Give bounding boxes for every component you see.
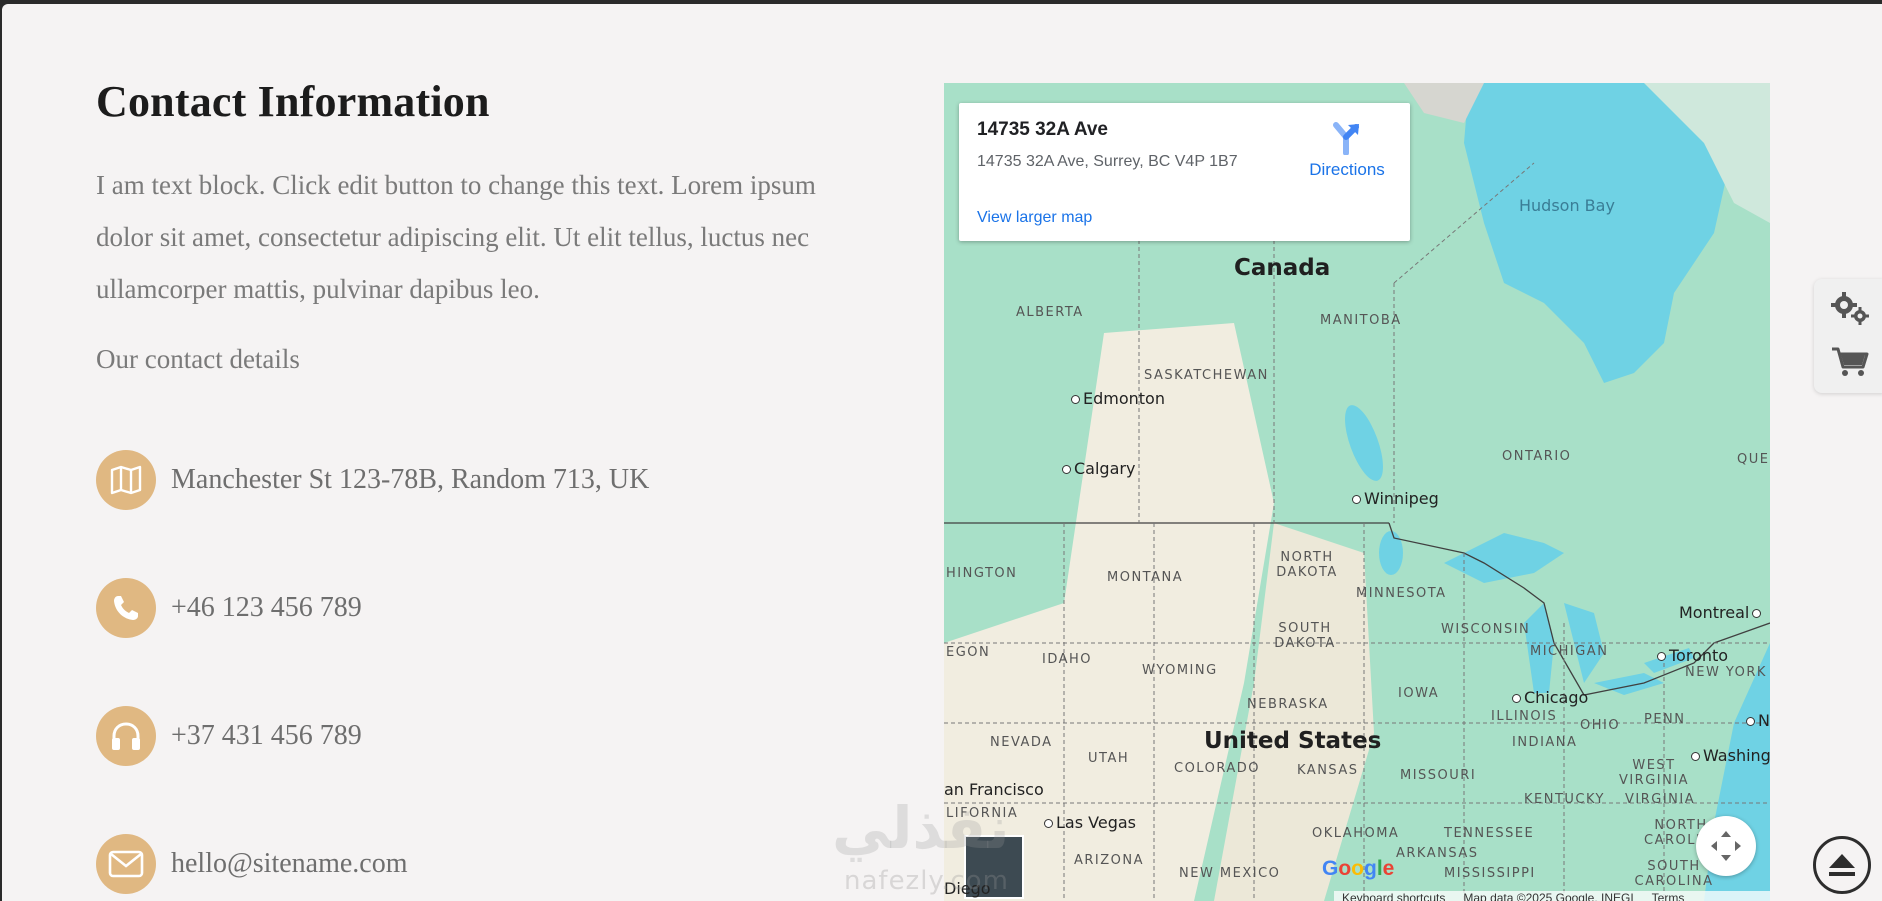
map-label-quebec: QUE <box>1737 452 1770 467</box>
map-label-saskatchewan: SASKATCHEWAN <box>1144 368 1269 383</box>
map-label-new-mexico: NEW MEXICO <box>1179 866 1281 881</box>
map-footer: Keyboard shortcuts Map data ©2025 Google… <box>1334 891 1770 901</box>
map-label-west-virginia: WEST VIRGINIA <box>1618 758 1690 788</box>
map-city-washington-dc: Washing <box>1691 746 1770 765</box>
map-label-alberta: ALBERTA <box>1016 305 1084 320</box>
page-title: Contact Information <box>96 77 490 126</box>
directions-label: Directions <box>1309 160 1385 179</box>
map-label-wisconsin: WISCONSIN <box>1441 622 1531 637</box>
phone-text: +46 123 456 789 <box>171 592 362 623</box>
keyboard-shortcuts-link[interactable]: Keyboard shortcuts <box>1342 891 1445 901</box>
map-label-north-dakota: NORTH DAKOTA <box>1276 550 1338 580</box>
expand-icon <box>1711 831 1741 861</box>
side-widget-panel <box>1814 279 1882 393</box>
map-label-michigan: MICHIGAN <box>1530 644 1609 659</box>
chevron-up-icon <box>1829 854 1855 876</box>
map-label-kansas: KANSAS <box>1297 763 1359 778</box>
map-info-card: 14735 32A Ave 14735 32A Ave, Surrey, BC … <box>959 103 1410 241</box>
contact-details-heading: Our contact details <box>96 344 300 374</box>
map-label-missouri: MISSOURI <box>1400 768 1477 783</box>
map-city-calgary: Calgary <box>1062 459 1135 478</box>
map-label-kentucky: KENTUCKY <box>1524 792 1605 807</box>
contact-item-support: +37 431 456 789 <box>96 706 362 766</box>
intro-text: I am text block. Click edit button to ch… <box>96 170 816 304</box>
map-city-toronto: Toronto <box>1657 646 1728 665</box>
map-label-indiana: INDIANA <box>1512 735 1578 750</box>
map-city-winnipeg: Winnipeg <box>1352 489 1439 508</box>
map-city-montreal: Montreal <box>1679 603 1764 622</box>
map-label-new-york: NEW YORK <box>1685 665 1767 680</box>
google-map-embed[interactable]: Hudson Bay Canada ALBERTA MANITOBA SASKA… <box>944 83 1770 901</box>
map-label-wyoming: WYOMING <box>1142 663 1218 678</box>
map-label-ohio: OHIO <box>1580 718 1621 733</box>
map-city-n: N <box>1746 711 1770 730</box>
scroll-to-top-button[interactable] <box>1813 836 1871 894</box>
place-name: 14735 32A Ave <box>977 119 1108 140</box>
map-label-utah: UTAH <box>1088 751 1130 766</box>
map-data-attribution: Map data ©2025 Google, INEGI <box>1463 891 1634 901</box>
map-label-minnesota: MINNESOTA <box>1356 586 1447 601</box>
contact-item-email: hello@sitename.com <box>96 834 408 894</box>
phone-icon <box>96 578 156 638</box>
google-logo: Google <box>1322 857 1395 880</box>
email-link[interactable]: hello@sitename.com <box>171 848 408 880</box>
map-label-united-states: United States <box>1204 728 1382 754</box>
watermark-logo: نفذلي <box>832 794 1010 862</box>
support-phone-text: +37 431 456 789 <box>171 720 362 751</box>
page: Contact Information I am text block. Cli… <box>2 4 1882 901</box>
contact-item-address: Manchester St 123-78B, Random 713, UK <box>96 450 649 510</box>
map-label-tennessee: TENNESSEE <box>1444 826 1535 841</box>
place-address: 14735 32A Ave, Surrey, BC V4P 1B7 <box>977 153 1238 170</box>
map-label-arizona: ARIZONA <box>1074 853 1145 868</box>
map-label-virginia: VIRGINIA <box>1625 792 1696 807</box>
map-city-las-vegas: Las Vegas <box>1044 813 1136 832</box>
map-label-idaho: IDAHO <box>1042 652 1093 667</box>
headphones-icon <box>96 706 156 766</box>
map-label-canada: Canada <box>1234 255 1331 281</box>
envelope-icon <box>96 834 156 894</box>
map-label-montana: MONTANA <box>1107 570 1184 585</box>
address-text: Manchester St 123-78B, Random 713, UK <box>171 464 650 495</box>
directions-icon <box>1333 122 1359 156</box>
map-label-south-dakota: SOUTH DAKOTA <box>1274 621 1336 651</box>
directions-button[interactable]: Directions <box>1299 121 1395 180</box>
map-label-ontario: ONTARIO <box>1502 449 1572 464</box>
map-label-mississippi: MISSISSIPPI <box>1444 866 1536 881</box>
map-label-arkansas: ARKANSAS <box>1396 846 1479 861</box>
map-city-chicago: Chicago <box>1512 688 1588 707</box>
settings-gears-icon[interactable] <box>1830 291 1870 330</box>
map-label-oregon: EGON <box>946 645 991 660</box>
fullscreen-button[interactable] <box>1696 816 1756 876</box>
map-label-penn: PENN <box>1644 712 1686 727</box>
map-city-edmonton: Edmonton <box>1071 389 1165 408</box>
map-label-manitoba: MANITOBA <box>1320 313 1402 328</box>
view-larger-map-link[interactable]: View larger map <box>977 209 1092 227</box>
map-label-illinois: ILLINOIS <box>1491 709 1558 724</box>
watermark-url: nafezly.com <box>844 866 1009 896</box>
cart-icon[interactable] <box>1830 345 1870 384</box>
map-label-nebraska: NEBRASKA <box>1247 697 1329 712</box>
map-label-nevada: NEVADA <box>990 735 1053 750</box>
map-label-iowa: IOWA <box>1398 686 1440 701</box>
map-label-hudson-bay: Hudson Bay <box>1519 196 1615 215</box>
map-label-oklahoma: OKLAHOMA <box>1312 826 1400 841</box>
map-icon <box>96 450 156 510</box>
map-label-washington: HINGTON <box>946 566 1018 581</box>
contact-item-phone: +46 123 456 789 <box>96 578 362 638</box>
map-label-colorado: COLORADO <box>1174 761 1260 776</box>
terms-link[interactable]: Terms <box>1652 891 1685 901</box>
